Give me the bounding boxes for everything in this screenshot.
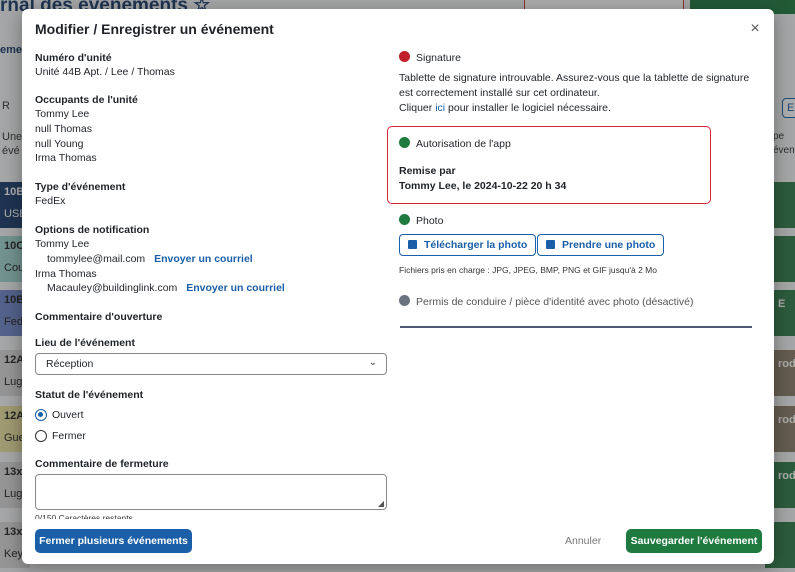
signature-rest-text: pour installer le logiciel nécessaire.: [448, 101, 611, 114]
occupants-label: Occupants de l'unité: [35, 94, 138, 106]
app-auth-highlight: [387, 126, 711, 204]
closing-comment-textarea[interactable]: ◢: [35, 474, 387, 510]
upload-photo-button[interactable]: Télécharger la photo: [399, 234, 537, 256]
notify-row: Macauley@buildinglink.com Envoyer un cou…: [35, 281, 390, 296]
file-note: Fichiers pris en charge : JPG, JPEG, BMP…: [399, 265, 657, 275]
photo-title: Photo: [416, 215, 444, 227]
notify-name: Tommy Lee: [35, 238, 90, 250]
notify-email: tommylee@mail.com: [47, 252, 146, 265]
photo-header: Photo: [399, 214, 443, 227]
send-email-link[interactable]: Envoyer un courriel: [154, 253, 253, 265]
unit-label: Numéro d'unité: [35, 52, 112, 64]
signature-header: Signature: [399, 51, 461, 64]
occupant-item: Irma Thomas: [35, 152, 97, 165]
notify-email: Macauley@buildinglink.com: [47, 282, 178, 295]
signature-title: Signature: [416, 52, 461, 64]
chevron-down-icon: ⌄: [368, 357, 377, 368]
photo-status-dot: [399, 214, 410, 225]
unit-value: Unité 44B Apt. / Lee / Thomas: [35, 66, 175, 78]
status-option-label: Fermer: [52, 430, 86, 442]
event-modal: Modifier / Enregistrer un événement × Nu…: [22, 9, 774, 564]
notify-row: tommylee@mail.com Envoyer un courriel: [35, 252, 390, 267]
take-photo-button[interactable]: Prendre une photo: [537, 234, 665, 256]
close-icon[interactable]: ×: [748, 21, 762, 37]
status-radio-open[interactable]: Ouvert: [35, 407, 86, 423]
signature-msg-text: Tablette de signature introuvable. Assur…: [399, 72, 750, 99]
signature-message: Tablette de signature introuvable. Assur…: [399, 71, 761, 115]
char-count: 0/150 Caractères restants: [35, 513, 133, 519]
install-link[interactable]: ici: [435, 102, 445, 114]
event-type-value: FedEx: [35, 195, 66, 207]
upload-photo-label: Télécharger la photo: [424, 239, 528, 251]
notify-name: Irma Thomas: [35, 267, 97, 280]
occupant-item: null Young: [35, 137, 84, 150]
save-event-button[interactable]: Sauvegarder l'événement: [626, 529, 762, 553]
location-selected-value: Réception: [46, 358, 94, 370]
status-label: Statut de l'événement: [35, 389, 144, 401]
notify-label: Options de notification: [35, 224, 150, 236]
license-status-dot: [399, 295, 410, 306]
license-title: Permis de conduire / pièce d'identité av…: [416, 296, 694, 308]
occupant-item: Tommy Lee: [35, 108, 90, 120]
modal-title: Modifier / Enregistrer un événement: [35, 21, 274, 37]
cancel-button[interactable]: Annuler: [565, 529, 601, 553]
image-icon: [408, 240, 417, 249]
status-radio-close[interactable]: Fermer: [35, 428, 86, 444]
close-multiple-events-button[interactable]: Fermer plusieurs événements: [35, 529, 192, 553]
status-option-label: Ouvert: [52, 409, 84, 421]
license-header: Permis de conduire / pièce d'identité av…: [399, 295, 694, 308]
resize-grip-icon[interactable]: ◢: [378, 499, 384, 508]
event-type-label: Type d'événement: [35, 181, 126, 193]
take-photo-label: Prendre une photo: [562, 239, 656, 251]
location-select[interactable]: Réception ⌄: [35, 353, 387, 375]
camera-icon: [546, 240, 555, 249]
radio-unselected-icon: [35, 430, 47, 442]
radio-selected-icon: [35, 409, 47, 421]
section-divider: [400, 326, 752, 328]
opening-comment-label: Commentaire d'ouverture: [35, 311, 163, 323]
signature-status-dot: [399, 51, 410, 62]
closing-comment-label: Commentaire de fermeture: [35, 458, 169, 470]
send-email-link[interactable]: Envoyer un courriel: [186, 282, 285, 294]
occupant-item: null Thomas: [35, 122, 93, 135]
signature-click-text: Cliquer: [399, 101, 433, 114]
location-label: Lieu de l'événement: [35, 337, 135, 349]
